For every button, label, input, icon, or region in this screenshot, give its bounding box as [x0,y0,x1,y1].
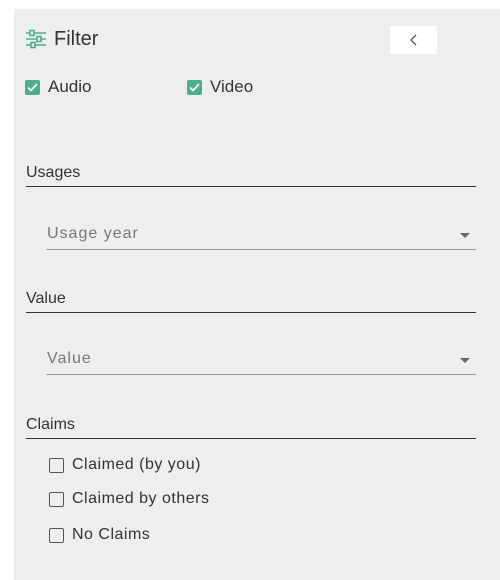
dropdown-caret-icon [460,358,470,363]
checkbox-unchecked-icon [49,457,64,473]
audio-checkbox-label: Audio [48,77,92,96]
value-placeholder: Value [47,350,92,367]
value-select[interactable]: Value [46,346,476,375]
claimed-by-others-checkbox[interactable]: Claimed by others [49,490,209,508]
video-checkbox-label: Video [210,77,254,96]
checkbox-checked-icon [25,79,40,95]
video-checkbox[interactable]: Video [187,77,253,97]
panel-title: Filter [54,27,99,50]
usages-section-title: Usages [26,164,476,187]
collapse-panel-button[interactable] [390,26,437,54]
claimed-by-you-label: Claimed (by you) [72,456,201,473]
checkbox-unchecked-icon [49,491,64,507]
audio-checkbox[interactable]: Audio [25,77,91,97]
checkbox-unchecked-icon [49,527,64,543]
filter-sliders-icon [26,29,46,49]
no-claims-label: No Claims [72,526,151,543]
no-claims-checkbox[interactable]: No Claims [49,526,150,544]
checkbox-checked-icon [187,79,202,95]
claimed-by-others-label: Claimed by others [72,490,210,507]
usage-year-select[interactable]: Usage year [46,221,476,250]
dropdown-caret-icon [460,233,470,238]
value-section-title: Value [26,290,476,313]
claims-section-title: Claims [26,416,476,439]
filter-header: Filter [25,28,98,50]
claimed-by-you-checkbox[interactable]: Claimed (by you) [49,456,201,474]
filter-panel: Filter Audio Video Usages Usage year Val… [14,9,500,580]
usage-year-placeholder: Usage year [47,225,139,242]
chevron-left-icon [409,34,416,46]
